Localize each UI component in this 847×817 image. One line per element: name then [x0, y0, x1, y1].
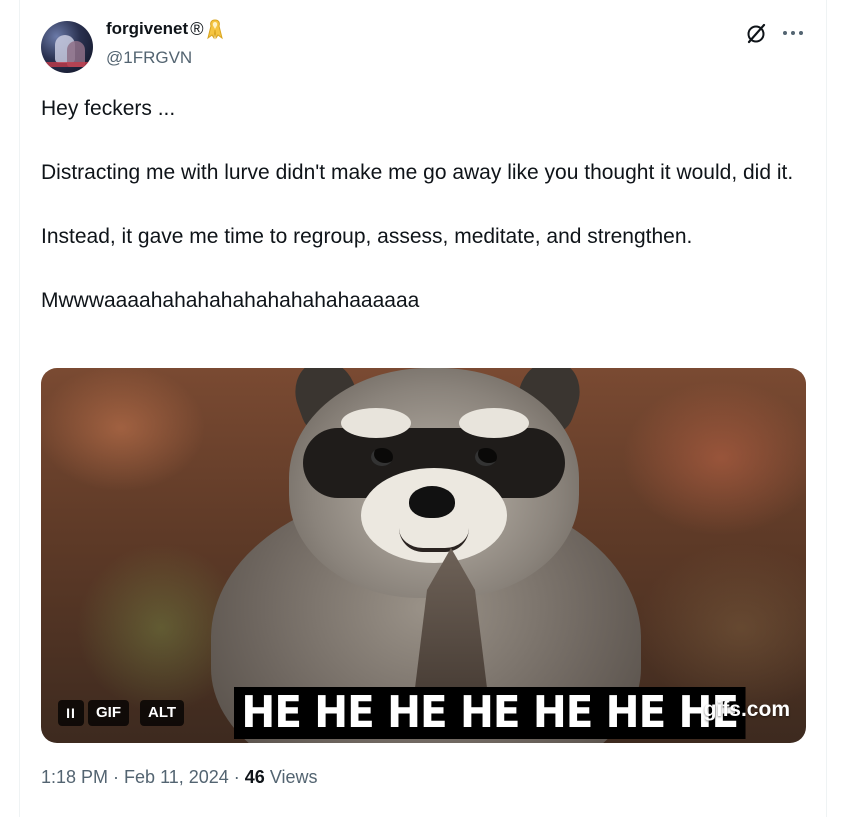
tweet-text: Hey feckers ... Distracting me with lurv… [41, 93, 801, 317]
gifs-brand-watermark: gifs.com [703, 698, 790, 721]
grok-icon[interactable] [745, 22, 767, 44]
tweet-line: Hey feckers ... [41, 97, 176, 120]
tweet-meta: 1:18 PM · Feb 11, 2024 · 46 Views [41, 767, 318, 788]
tweet-line: Mwwwaaaahahahahahahahahahaaaaaa [41, 289, 420, 312]
ribbon-icon [207, 18, 224, 40]
author-handle[interactable]: @1FRGVN [106, 48, 192, 68]
tweet-line: Instead, it gave me time to regroup, ass… [41, 225, 693, 248]
gif-caption: HE HE HE HE HE HE HE [234, 687, 746, 739]
author-name-row: forgivenet ® [106, 18, 224, 40]
gif-badge: GIF [88, 700, 129, 726]
pause-button[interactable]: II [58, 700, 84, 726]
gif-media[interactable]: HE HE HE HE HE HE HE gifs.com II GIF ALT [41, 368, 806, 743]
avatar[interactable] [41, 21, 93, 73]
views-count: 46 [244, 767, 265, 787]
alt-badge[interactable]: ALT [140, 700, 185, 726]
separator: · [108, 767, 125, 787]
more-icon[interactable] [780, 22, 806, 44]
separator: · [228, 767, 245, 787]
tweet-time[interactable]: 1:18 PM [41, 767, 108, 787]
pause-icon: II [66, 705, 76, 721]
tweet-date[interactable]: Feb 11, 2024 [124, 767, 229, 787]
tweet-line: Distracting me with lurve didn't make me… [41, 161, 794, 184]
author-display-name[interactable]: forgivenet [106, 19, 188, 39]
registered-mark: ® [190, 19, 204, 39]
views-label: Views [264, 767, 318, 787]
